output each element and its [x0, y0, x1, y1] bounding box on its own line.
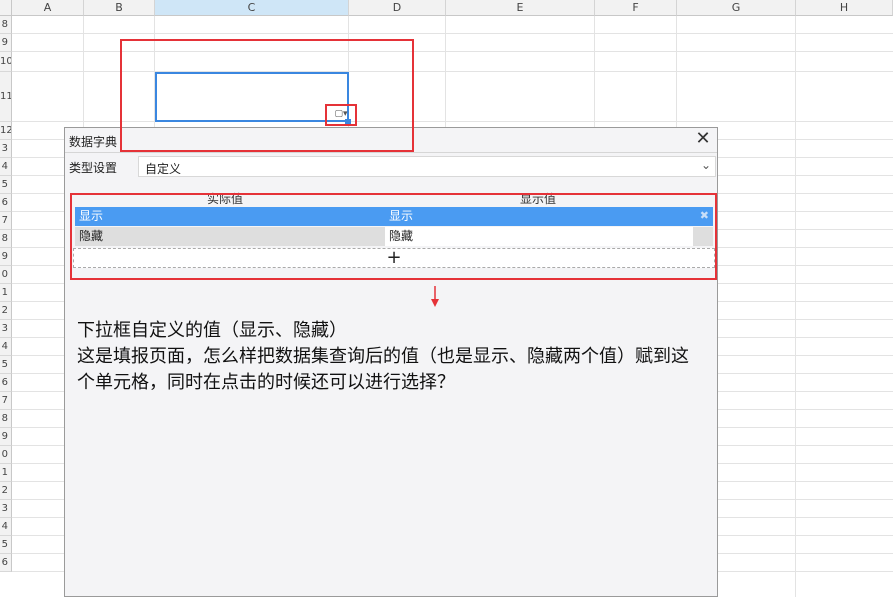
column-header-d[interactable]: D: [349, 0, 446, 16]
grid-line: [12, 71, 893, 72]
column-header-actual: 实际值: [207, 192, 244, 206]
type-setting-select[interactable]: 自定义 ⌄: [138, 156, 716, 177]
selected-cell-c11[interactable]: [155, 72, 349, 122]
chevron-down-icon[interactable]: ⌄: [701, 158, 711, 172]
row-header[interactable]: 3: [0, 320, 12, 338]
dialog-title: 数据字典: [69, 135, 118, 149]
row-header[interactable]: 5: [0, 176, 12, 194]
row-header[interactable]: 9: [0, 34, 12, 52]
row-header[interactable]: 8: [0, 410, 12, 428]
column-header-a[interactable]: A: [12, 0, 84, 16]
grid-line: [795, 16, 796, 597]
row-header[interactable]: 4: [0, 518, 12, 536]
sheet-corner[interactable]: [0, 0, 12, 16]
close-icon[interactable]: ✕: [693, 130, 713, 150]
grid-line: [12, 121, 893, 122]
spreadsheet: ABCDEFGH 8 9 10 11 12 3 4 5 6 7 8 9 0 1 2 3 4 5 6 7 8 9 0 1 2 3 4 5…: [0, 0, 893, 597]
row-header[interactable]: 0: [0, 266, 12, 284]
row-header[interactable]: 8: [0, 16, 12, 34]
row-header[interactable]: 1: [0, 284, 12, 302]
column-header-b[interactable]: B: [84, 0, 155, 16]
column-header-display: 显示值: [520, 192, 557, 206]
row-header[interactable]: 1: [0, 464, 12, 482]
row-header[interactable]: 9: [0, 428, 12, 446]
type-setting-value: 自定义: [145, 162, 182, 176]
table-row[interactable]: 隐藏 隐藏: [75, 227, 713, 246]
row-header[interactable]: 0: [0, 446, 12, 464]
delete-row-icon[interactable]: ✖: [700, 207, 709, 224]
row-header[interactable]: 5: [0, 356, 12, 374]
display-value-cell[interactable]: 隐藏: [385, 227, 693, 246]
row-header[interactable]: 7: [0, 392, 12, 410]
type-setting-label: 类型设置: [69, 161, 118, 175]
arrow-down-icon: [431, 286, 439, 307]
add-row-button[interactable]: +: [73, 248, 715, 268]
row-header[interactable]: 12: [0, 122, 12, 140]
row-header[interactable]: 11: [0, 72, 12, 122]
table-row[interactable]: 显示 显示 ✖: [75, 207, 713, 226]
grid-line: [12, 51, 893, 52]
column-header-e[interactable]: E: [446, 0, 595, 16]
row-header[interactable]: 10: [0, 52, 12, 72]
row-header[interactable]: 2: [0, 302, 12, 320]
annotation-text: 下拉框自定义的值（显示、隐藏） 这是填报页面，怎么样把数据集查询后的值（也是显示…: [77, 320, 689, 393]
actual-value-cell[interactable]: 显示: [75, 207, 383, 226]
row-header[interactable]: 3: [0, 140, 12, 158]
row-header[interactable]: 7: [0, 212, 12, 230]
grid-line: [12, 33, 893, 34]
row-header[interactable]: 3: [0, 500, 12, 518]
column-header-f[interactable]: F: [595, 0, 677, 16]
row-header[interactable]: 2: [0, 482, 12, 500]
column-header-c[interactable]: C: [155, 0, 349, 16]
column-header-h[interactable]: H: [796, 0, 893, 16]
row-header[interactable]: 6: [0, 554, 12, 572]
row-header[interactable]: 6: [0, 194, 12, 212]
row-header[interactable]: 6: [0, 374, 12, 392]
column-header-g[interactable]: G: [677, 0, 796, 16]
row-header[interactable]: 4: [0, 338, 12, 356]
row-header[interactable]: 9: [0, 248, 12, 266]
actual-value-cell[interactable]: 隐藏: [75, 227, 383, 246]
row-header[interactable]: 8: [0, 230, 12, 248]
data-dictionary-dialog: 数据字典 ✕ 类型设置 自定义 ⌄ 实际值 显示值 显示 显示 ✖ 隐藏 隐藏 …: [64, 127, 718, 597]
row-header[interactable]: 5: [0, 536, 12, 554]
display-value-cell[interactable]: 显示: [385, 207, 693, 226]
divider: [65, 152, 717, 153]
fill-handle[interactable]: [345, 119, 351, 125]
row-header[interactable]: 4: [0, 158, 12, 176]
